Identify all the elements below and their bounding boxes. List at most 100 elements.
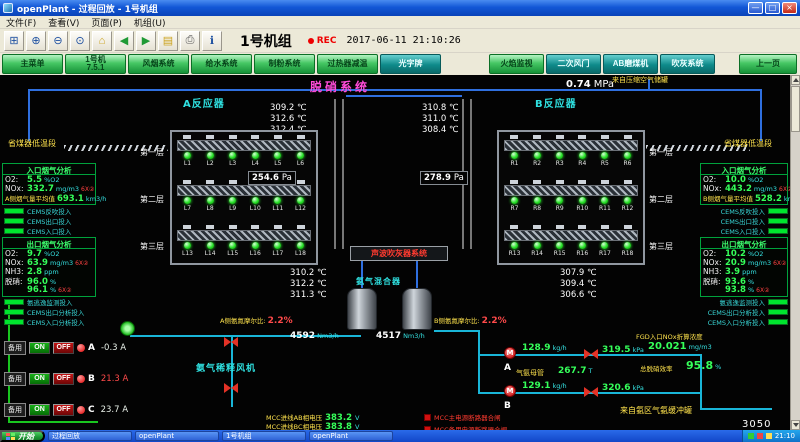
minimize-button[interactable]: — [748,2,763,14]
maximize-button[interactable]: □ [765,2,780,14]
valve-icon[interactable] [584,349,598,359]
heater-lamp: L4 [245,152,266,167]
heater-lamp: R1 [504,152,525,167]
nav-air-flue-button[interactable]: 风烟系统 [128,54,189,74]
fan-on-button[interactable]: ON [29,404,50,416]
flow-label: A侧烟气量平均值 [5,193,55,203]
nav-unit1-button[interactable]: 1号机 7.5.1 [65,54,126,74]
motor-valve-icon[interactable]: M [504,385,516,397]
nav-sootblow-button[interactable]: 吹灰系统 [660,54,715,74]
prev-page-button[interactable]: 上一页 [739,54,797,74]
valve-icon[interactable] [224,337,238,347]
air-pressure-value: 0.74 [566,79,591,90]
mcc-breaker-buttons: MCC主电源断路器合闸MCC备用电源断路器合闸 [424,412,507,430]
fan-control-rows: 备用 ON OFF A -0.3 A 备用 ON OFF B 21.3 A 备用… [4,341,128,416]
nav-ab-mill-button[interactable]: AB磨煤机 [603,54,658,74]
taskbar-item[interactable]: 1号机组 [222,431,306,441]
air-pressure-unit: MPa [594,79,614,90]
sonic-sootblower-box[interactable]: 声波吹灰器系统 [350,246,448,261]
from-compressed-air-label: 来自压缩空气储罐 [612,75,668,85]
lamp-label: L12 [295,205,306,212]
page-number: 3050 [742,419,771,430]
analysis-unit: %O2 [44,176,59,184]
scroll-up-icon[interactable] [791,75,800,85]
heater-lamp: L6 [290,152,311,167]
lamp-light-icon [624,152,631,159]
fan-off-button[interactable]: OFF [53,404,74,416]
air-pressure-readout: 0.74MPa [566,79,614,90]
print-icon[interactable]: ⎙ [180,31,200,51]
motor-valve-icon[interactable]: M [504,347,516,359]
system-tray: 21:10 [742,430,800,442]
fan-tag: A [88,343,95,353]
lamp-label: R16 [576,250,588,257]
valve-icon[interactable] [224,383,238,393]
nav-feedwater-button[interactable]: 给水系统 [191,54,252,74]
ratio-label: B侧氨氮摩尔比: [434,315,480,325]
zoom-out-icon[interactable]: ⊖ [48,31,68,51]
mixer-tank-a [347,288,377,330]
lamp-label: R4 [578,160,586,167]
folder-icon[interactable]: ▤ [158,31,178,51]
nav-flame-monitor-button[interactable]: 火焰监视 [489,54,544,74]
flow-value: 128.9 [522,343,550,353]
analysis-unit: % [50,278,56,286]
tray-icon[interactable] [748,433,754,439]
denox-efficiency-label: 总脱硝效率 [640,363,673,373]
mcc-breaker-button[interactable]: MCC主电源断路器合闸 [424,412,507,422]
menu-item[interactable]: 机组(U) [134,16,166,29]
tray-icon[interactable] [757,433,763,439]
scroll-down-icon[interactable] [791,420,800,430]
ammonia-pressure-b-readout: 320.6kPa [602,383,644,393]
catalyst-layer [504,230,638,241]
close-button[interactable]: × [782,2,797,14]
nav-main-menu-button[interactable]: 主菜单 [2,54,63,74]
taskbar-item[interactable]: openPlant [135,431,219,441]
forward-icon[interactable]: ▶ [136,31,156,51]
cems-status-row: CEMS出口分析投入 [4,308,84,315]
info-icon[interactable]: ℹ [202,31,222,51]
taskbar-item[interactable]: openPlant [309,431,393,441]
back-icon[interactable]: ◀ [114,31,134,51]
fan-off-button[interactable]: OFF [53,373,74,385]
menu-item[interactable]: 文件(F) [6,16,36,29]
lamp-label: L8 [207,205,214,212]
zoom-reset-icon[interactable]: ⊙ [70,31,90,51]
start-button[interactable]: 开始 [0,430,45,442]
lamp-light-icon [297,242,304,249]
zoom-in-icon[interactable]: ⊕ [26,31,46,51]
vertical-scrollbar[interactable] [790,75,800,430]
injection-nozzles [177,225,311,229]
panel-title: 入口烟气分析 [3,164,95,175]
home-icon[interactable]: ⌂ [92,31,112,51]
heater-lamp-row: L7L8L9L10L11L12 [177,197,311,212]
lamp-label: L2 [207,160,214,167]
ratio-label: A侧氨氮摩尔比: [220,315,266,325]
nav-desuperheat-button[interactable]: 过热器减温 [317,54,378,74]
nav-pulverizer-button[interactable]: 制粉系统 [254,54,315,74]
cems-status-row: CEMS入口投入 [702,227,788,234]
tray-icon[interactable] [766,433,772,439]
fan-off-button[interactable]: OFF [53,342,74,354]
analysis-rows: O2: 10.0 %O2 NOx: 443.2 mg/m3 6X② [701,175,787,193]
layout-grid-icon[interactable]: ⊞ [4,31,24,51]
taskbar-item[interactable]: 过程回放 [48,431,132,441]
scrollbar-thumb[interactable] [791,86,800,132]
gas-analysis-row: NOx: 20.9 mg/m3 6X② [701,258,787,267]
analysis-unit: mg/m3 [748,259,771,267]
valve-icon[interactable] [584,387,598,397]
window-titlebar[interactable]: openPlant - 过程回放 - 1号机组 — □ × [0,0,800,16]
lamp-label: L16 [250,250,261,257]
pipe-segment [760,89,762,141]
fan-on-button[interactable]: ON [29,342,50,354]
lamp-light-icon [229,197,236,204]
menu-item[interactable]: 查看(V) [48,16,79,29]
menu-item[interactable]: 页面(P) [91,16,121,29]
fan-on-button[interactable]: ON [29,373,50,385]
nav-secondary-air-button[interactable]: 二次风门 [546,54,601,74]
cems-status-label: CEMS出口分析投入 [27,307,84,317]
heater-lamp: R15 [549,242,570,257]
mcc-value: 383.8 [325,422,352,430]
nav-alarm-panel-button[interactable]: 光字牌 [380,54,441,74]
catalyst-layer [177,230,311,241]
